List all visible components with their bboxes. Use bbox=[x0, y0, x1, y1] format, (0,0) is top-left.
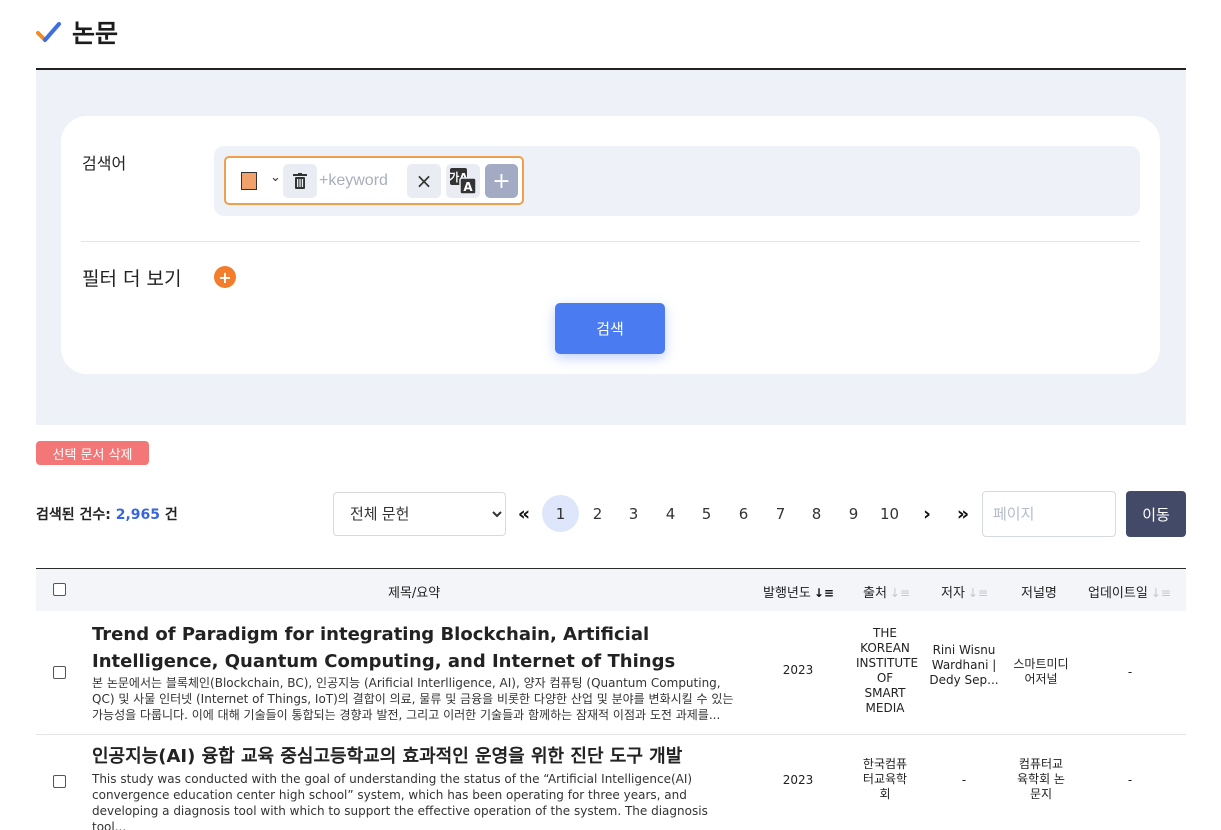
page-8-button[interactable]: 8 bbox=[798, 495, 835, 532]
sort-icon: ↓≡ bbox=[889, 586, 911, 600]
close-icon: × bbox=[415, 169, 433, 193]
header-journal: 저널명 bbox=[1021, 586, 1057, 601]
svg-text:A: A bbox=[463, 180, 473, 194]
header-source-label: 출처 bbox=[863, 586, 887, 601]
header-updated[interactable]: 업데이트일 ↓≡ bbox=[1088, 582, 1171, 601]
keyword-input[interactable] bbox=[319, 166, 407, 196]
page-10-button[interactable]: 10 bbox=[871, 495, 908, 532]
delete-keyword-button[interactable] bbox=[283, 164, 317, 198]
search-card: 검색어 ⌄ × bbox=[61, 116, 1160, 374]
page-7-button[interactable]: 7 bbox=[762, 495, 799, 532]
header-year-label: 발행년도 bbox=[763, 586, 811, 601]
table-header: 제목/요약 발행년도 ↓≡ 출처 ↓≡ 저자 ↓≡ 저널명 업데이트일 ↓≡ bbox=[36, 568, 1186, 611]
row-year: 2023 bbox=[782, 773, 814, 787]
search-panel: 검색어 ⌄ × bbox=[36, 70, 1186, 425]
check-icon bbox=[36, 22, 61, 42]
last-page-button[interactable]: » bbox=[953, 495, 973, 532]
keyword-color-swatch[interactable] bbox=[241, 172, 257, 190]
filter-more-label: 필터 더 보기 bbox=[82, 268, 182, 290]
keyword-area: ⌄ × bbox=[214, 146, 1140, 216]
header-author[interactable]: 저자 ↓≡ bbox=[941, 582, 988, 601]
row-title-link[interactable]: Trend of Paradigm for integrating Blockc… bbox=[92, 621, 752, 675]
row-author: Rini Wisnu Wardhani | Dedy Sep... bbox=[929, 643, 999, 687]
plus-icon: + bbox=[492, 168, 511, 194]
keyword-label: 검색어 bbox=[82, 154, 127, 173]
keyword-box: ⌄ × bbox=[224, 156, 524, 205]
row-updated: - bbox=[1127, 773, 1133, 787]
search-button[interactable]: 검색 bbox=[555, 303, 665, 354]
translate-button[interactable]: 가A A bbox=[446, 164, 480, 198]
table-row[interactable]: Trend of Paradigm for integrating Blockc… bbox=[36, 611, 1186, 735]
row-source: THE KOREAN INSTITUTE OF SMART MEDIA bbox=[856, 626, 919, 715]
page-6-button[interactable]: 6 bbox=[725, 495, 762, 532]
header-source[interactable]: 출처 ↓≡ bbox=[863, 582, 910, 601]
clear-keyword-button[interactable]: × bbox=[407, 164, 441, 198]
row-checkbox[interactable] bbox=[53, 775, 66, 788]
header-title: 제목/요약 bbox=[388, 586, 441, 601]
row-title-link[interactable]: 인공지능(AI) 융합 교육 중심고등학교의 효과적인 운영을 위한 진단 도구… bbox=[92, 743, 752, 770]
page-title: 논문 bbox=[72, 19, 119, 48]
sort-icon: ↓≡ bbox=[1150, 586, 1171, 600]
delete-selected-button[interactable]: 선택 문서 삭제 bbox=[36, 441, 149, 465]
page-2-button[interactable]: 2 bbox=[579, 495, 616, 532]
row-updated: - bbox=[1127, 665, 1133, 679]
row-checkbox[interactable] bbox=[53, 666, 66, 679]
page-3-button[interactable]: 3 bbox=[615, 495, 652, 532]
chevron-down-icon[interactable]: ⌄ bbox=[270, 170, 281, 185]
select-all-checkbox[interactable] bbox=[53, 583, 66, 596]
page-9-button[interactable]: 9 bbox=[835, 495, 872, 532]
row-journal: 컴퓨터교육학회 논문지 bbox=[1017, 757, 1065, 801]
page-1-button[interactable]: 1 bbox=[542, 495, 579, 532]
page-header: 논문 bbox=[36, 10, 1186, 70]
trash-icon bbox=[293, 173, 307, 189]
go-page-button[interactable]: 이동 bbox=[1126, 491, 1186, 537]
sort-icon: ↓≡ bbox=[967, 586, 989, 600]
page-4-button[interactable]: 4 bbox=[652, 495, 689, 532]
header-year[interactable]: 발행년도 ↓≡ bbox=[763, 582, 834, 601]
next-page-button[interactable]: › bbox=[917, 495, 937, 532]
row-abstract: This study was conducted with the goal o… bbox=[92, 772, 708, 830]
table-row[interactable]: 인공지능(AI) 융합 교육 중심고등학교의 효과적인 운영을 위한 진단 도구… bbox=[36, 735, 1186, 830]
first-page-button[interactable]: « bbox=[514, 495, 534, 532]
row-source: 한국컴퓨터교육학회 bbox=[862, 757, 908, 801]
row-author: - bbox=[961, 773, 967, 787]
row-journal: 스마트미디어저널 bbox=[1013, 657, 1069, 686]
page-5-button[interactable]: 5 bbox=[688, 495, 725, 532]
translate-icon: 가A A bbox=[449, 168, 477, 195]
sort-icon: ↓≡ bbox=[813, 586, 834, 600]
header-author-label: 저자 bbox=[941, 586, 965, 601]
divider bbox=[81, 241, 1140, 242]
header-updated-label: 업데이트일 bbox=[1088, 586, 1148, 601]
row-abstract: 본 논문에서는 블록체인(Blockchain, BC), 인공지능 (Arif… bbox=[92, 676, 734, 722]
row-year: 2023 bbox=[782, 663, 814, 677]
add-keyword-button[interactable]: + bbox=[485, 164, 518, 198]
filter-more-button[interactable]: + bbox=[214, 266, 236, 288]
page-number-input[interactable] bbox=[982, 491, 1116, 537]
